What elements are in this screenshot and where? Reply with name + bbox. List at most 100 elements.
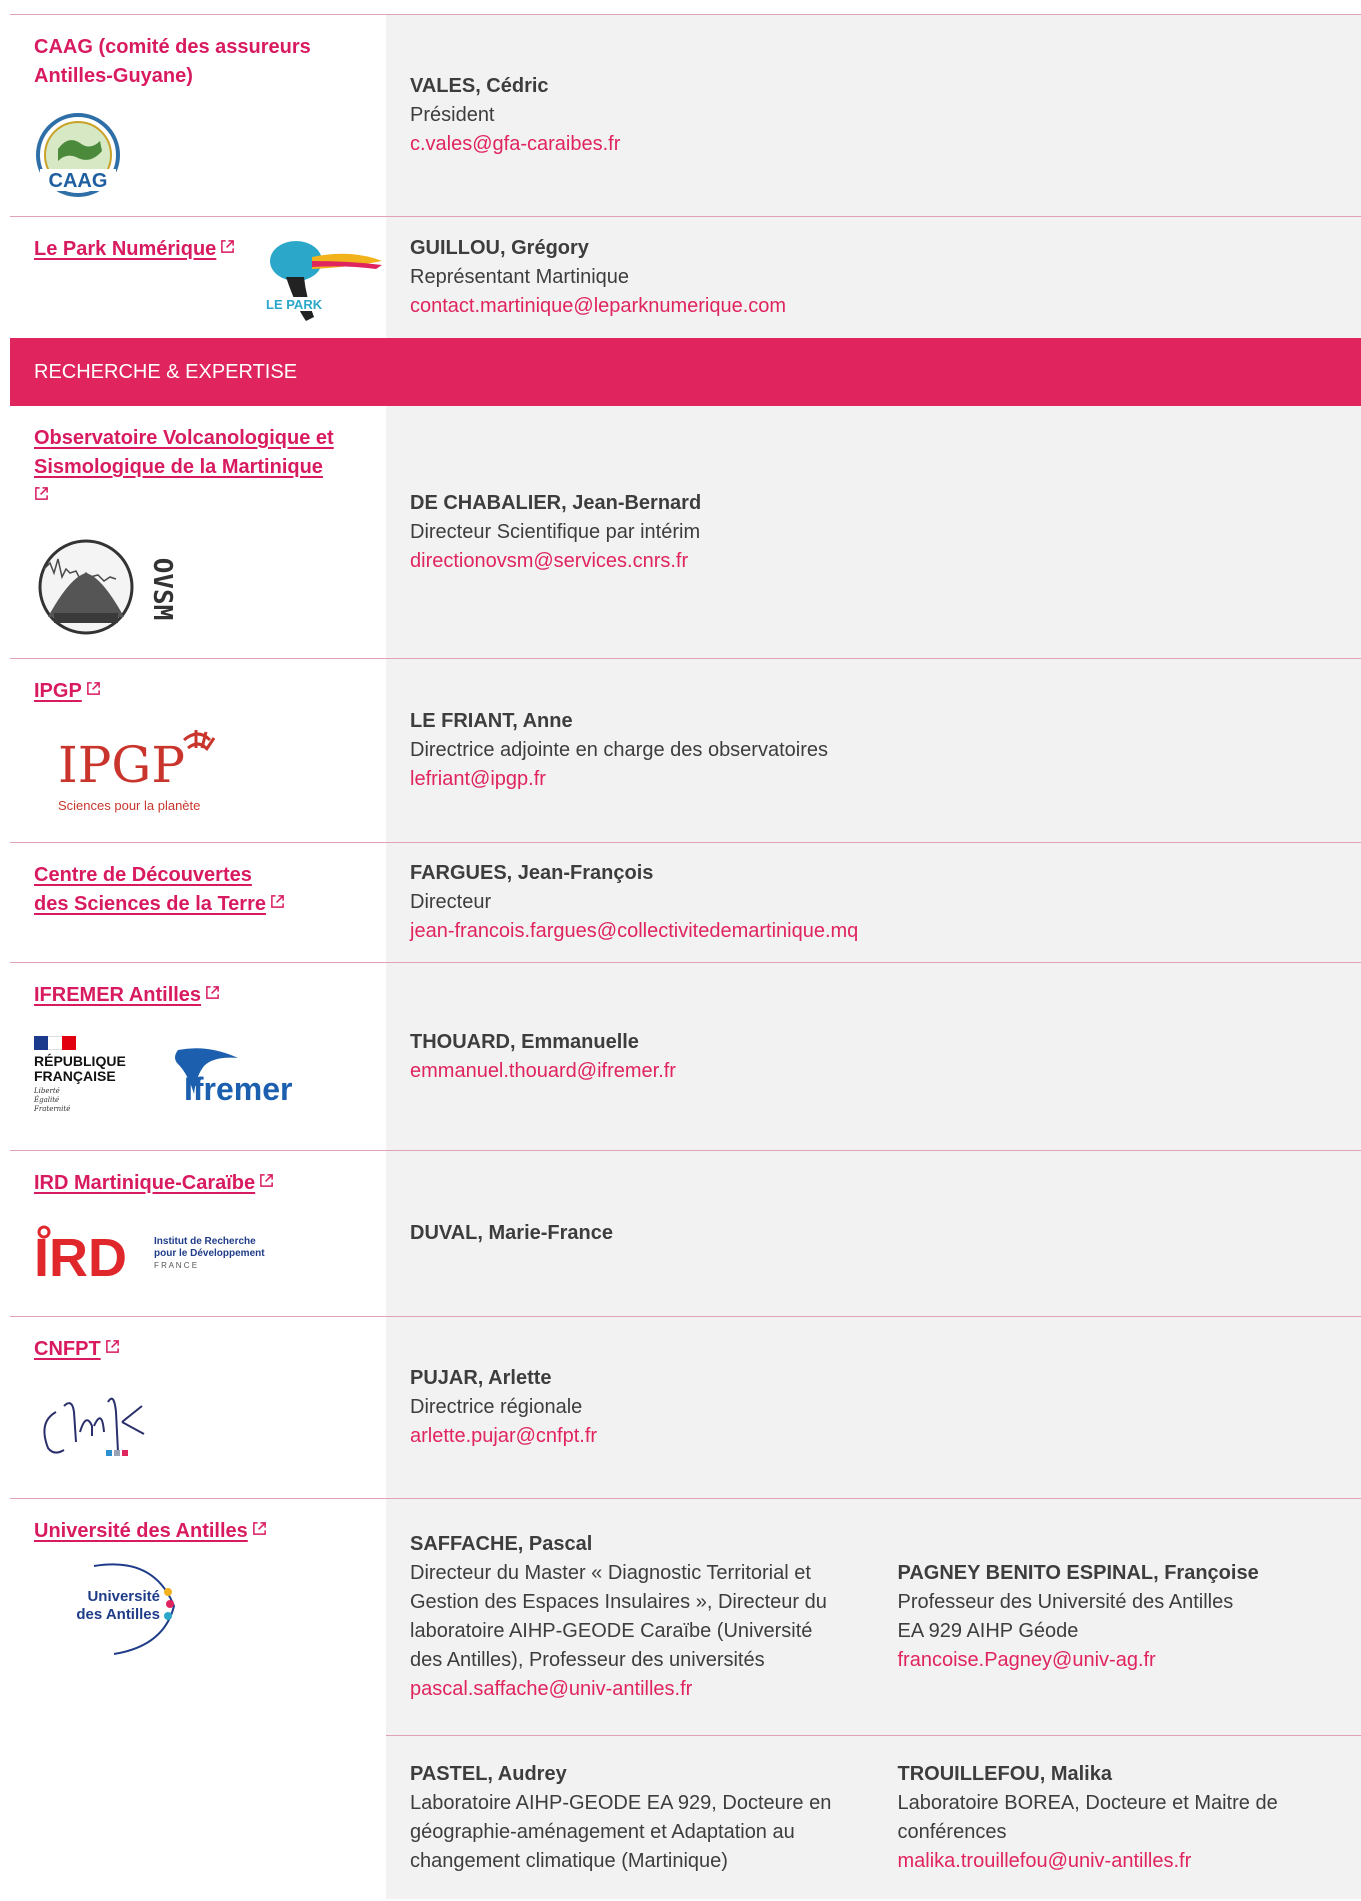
org-link[interactable]: Centre de Découvertes des Sciences de la … [34, 864, 285, 915]
org-cell: CAAG (comité des assureurs Antilles-Guya… [10, 15, 386, 216]
univ-antilles-logo: Université des Antilles [64, 1558, 184, 1658]
contact-cell: DUVAL, Marie-France [386, 1151, 1361, 1316]
contact-name: THOUARD, Emmanuelle [410, 1030, 639, 1053]
contacts-table: CAAG (comité des assureurs Antilles-Guya… [10, 0, 1361, 1899]
contact-email[interactable]: malika.trouillefou@univ-antilles.fr [898, 1850, 1192, 1872]
external-link-icon [105, 1340, 119, 1353]
contact-cell: THOUARD, Emmanuelle emmanuel.thouard@ifr… [386, 963, 1361, 1150]
svg-text:LE PARK: LE PARK [266, 297, 323, 312]
contact-block: PASTEL, Audrey Laboratoire AIHP-GEODE EA… [386, 1760, 874, 1876]
contact-role: Directrice régionale [410, 1396, 583, 1418]
org-cell: Université des Antilles Université des A… [10, 1499, 386, 1899]
contact-cell: FARGUES, Jean-François Directeur jean-fr… [386, 843, 1361, 962]
svg-text:Sciences pour la planète: Sciences pour la planète [58, 798, 200, 813]
contact-email[interactable]: arlette.pujar@cnfpt.fr [410, 1425, 597, 1447]
contact-cell: DE CHABALIER, Jean-Bernard Directeur Sci… [386, 406, 1361, 658]
ifremer-logos: RÉPUBLIQUE FRANÇAISE Liberté Égalité Frate… [34, 1036, 372, 1114]
org-link[interactable]: IFREMER Antilles [34, 984, 220, 1006]
contact-name: LE FRIANT, Anne [410, 710, 573, 732]
ipgp-logo: IPGP Sciences pour la planète [56, 720, 372, 825]
contact-email[interactable]: lefriant@ipgp.fr [410, 768, 546, 790]
table-row: Université des Antilles Université des A… [10, 1498, 1361, 1899]
contact-name: TROUILLEFOU, Malika [897, 1762, 1112, 1785]
republique-francaise-logo: RÉPUBLIQUE FRANÇAISE Liberté Égalité Frate… [34, 1036, 154, 1114]
org-link[interactable]: CNFPT [34, 1338, 120, 1360]
contact-name: SAFFACHE, Pascal [410, 1533, 593, 1555]
org-cell: IRD Martinique-Caraïbe IRD Institut de R… [10, 1151, 386, 1316]
contact-email[interactable]: francoise.Pagney@univ-ag.fr [898, 1649, 1156, 1671]
table-row: CNFPT PUJAR, Arlette Directrice régional… [10, 1316, 1361, 1498]
table-row: Centre de Découvertes des Sciences de la … [10, 842, 1361, 962]
org-link[interactable]: IRD Martinique-Caraïbe [34, 1172, 274, 1194]
contact-role: Représentant Martinique [410, 266, 630, 288]
svg-text:OVSM: OVSM [147, 558, 174, 621]
contact-email[interactable]: contact.martinique@leparknumerique.com [410, 295, 786, 317]
contact-block: SAFFACHE, Pascal Directeur du Master « D… [386, 1530, 874, 1704]
contact-name: PASTEL, Audrey [410, 1762, 567, 1785]
contact-name: VALES, Cédric [410, 75, 549, 97]
contact-name: PAGNEY BENITO ESPINAL, Françoise [897, 1562, 1259, 1584]
contact-email[interactable]: pascal.saffache@univ-antilles.fr [410, 1678, 692, 1700]
table-row: IPGP IPGP Sciences pour la planète LE FR… [10, 658, 1361, 842]
external-link-icon [86, 682, 100, 695]
external-link-icon [271, 895, 284, 908]
contacts-subrow: SAFFACHE, Pascal Directeur du Master « D… [386, 1499, 1361, 1735]
contacts-group: SAFFACHE, Pascal Directeur du Master « D… [386, 1499, 1361, 1899]
org-cell: CNFPT [10, 1317, 386, 1498]
external-link-icon [206, 986, 219, 999]
table-row: Le Park Numérique LE PARK GUILLOU, Grégo… [10, 216, 1361, 338]
table-row: Observatoire Volcanologique et Sismologi… [10, 406, 1361, 658]
org-cell: Centre de Découvertes des Sciences de la … [10, 843, 386, 962]
org-cell: Observatoire Volcanologique et Sismologi… [10, 406, 386, 658]
contact-role: Professeur des Université des Antilles [897, 1591, 1234, 1613]
svg-text:CAAG: CAAG [49, 170, 108, 192]
caag-logo: CAAG [34, 111, 372, 208]
ird-logo: IRD Institut de Recherche pour le Dévelo… [34, 1224, 372, 1284]
contact-name: DE CHABALIER, Jean-Bernard [410, 491, 702, 514]
contact-cell: GUILLOU, Grégory Représentant Martinique… [386, 217, 1361, 338]
org-link[interactable]: Université des Antilles [34, 1520, 267, 1542]
contact-role: Directeur Scientifique par intérim [410, 520, 701, 543]
contact-block: PAGNEY BENITO ESPINAL, Françoise Profess… [874, 1559, 1361, 1675]
table-row: IFREMER Antilles RÉPUBLIQUE FRANÇAISE Li… [10, 962, 1361, 1150]
svg-text:IRD: IRD [34, 1228, 127, 1284]
ifremer-logo: Ifremer [175, 1048, 293, 1107]
contact-role: Laboratoire BOREA, Docteure et Maitre de… [897, 1791, 1278, 1843]
contact-email[interactable]: jean-francois.fargues@collectivitedemart… [410, 920, 858, 942]
contact-email[interactable]: directionovsm@services.cnrs.fr [410, 550, 688, 572]
contact-cell: VALES, Cédric Président c.vales@gfa-cara… [386, 15, 1361, 216]
contact-name: GUILLOU, Grégory [410, 237, 589, 259]
org-name: CAAG (comité des assureurs Antilles-Guya… [34, 36, 311, 87]
park-numerique-logo: LE PARK [256, 241, 386, 321]
contact-email[interactable]: emmanuel.thouard@ifremer.fr [410, 1060, 676, 1082]
ovsm-logo: OVSM [34, 533, 372, 646]
contact-cell: LE FRIANT, Anne Directrice adjointe en c… [386, 659, 1361, 842]
svg-text:IPGP: IPGP [58, 736, 185, 794]
org-cell: IFREMER Antilles RÉPUBLIQUE FRANÇAISE Li… [10, 963, 386, 1150]
contact-role: EA 929 AIHP Géode [897, 1620, 1079, 1642]
org-link[interactable]: IPGP [34, 680, 101, 702]
cnfpt-logo [34, 1382, 372, 1477]
external-link-icon [221, 240, 235, 253]
org-link[interactable]: Le Park Numérique [34, 238, 235, 260]
org-cell: IPGP IPGP Sciences pour la planète [10, 659, 386, 842]
contact-name: PUJAR, Arlette [410, 1367, 552, 1389]
org-link[interactable]: Observatoire Volcanologique et Sismologi… [34, 427, 334, 507]
contact-cell: PUJAR, Arlette Directrice régionale arle… [386, 1317, 1361, 1498]
contact-name: DUVAL, Marie-France [410, 1222, 614, 1244]
svg-text:Ifremer: Ifremer [184, 1071, 293, 1107]
contact-role: Directeur [410, 891, 492, 913]
contact-email[interactable]: c.vales@gfa-caraibes.fr [410, 133, 620, 155]
contact-name: FARGUES, Jean-François [410, 862, 654, 884]
table-row: IRD Martinique-Caraïbe IRD Institut de R… [10, 1150, 1361, 1316]
contact-role: Président [410, 104, 495, 126]
org-cell: Le Park Numérique LE PARK [10, 217, 386, 338]
external-link-icon [35, 487, 48, 500]
section-header: RECHERCHE & EXPERTISE [10, 338, 1361, 406]
table-row: CAAG (comité des assureurs Antilles-Guya… [10, 14, 1361, 216]
external-link-icon [260, 1174, 274, 1187]
section-title: RECHERCHE & EXPERTISE [34, 360, 298, 383]
contact-role: Directrice adjointe en charge des observ… [410, 739, 828, 761]
contact-role: Laboratoire AIHP-GEODE EA 929, Docteure … [410, 1791, 832, 1872]
contacts-subrow: PASTEL, Audrey Laboratoire AIHP-GEODE EA… [386, 1735, 1361, 1899]
